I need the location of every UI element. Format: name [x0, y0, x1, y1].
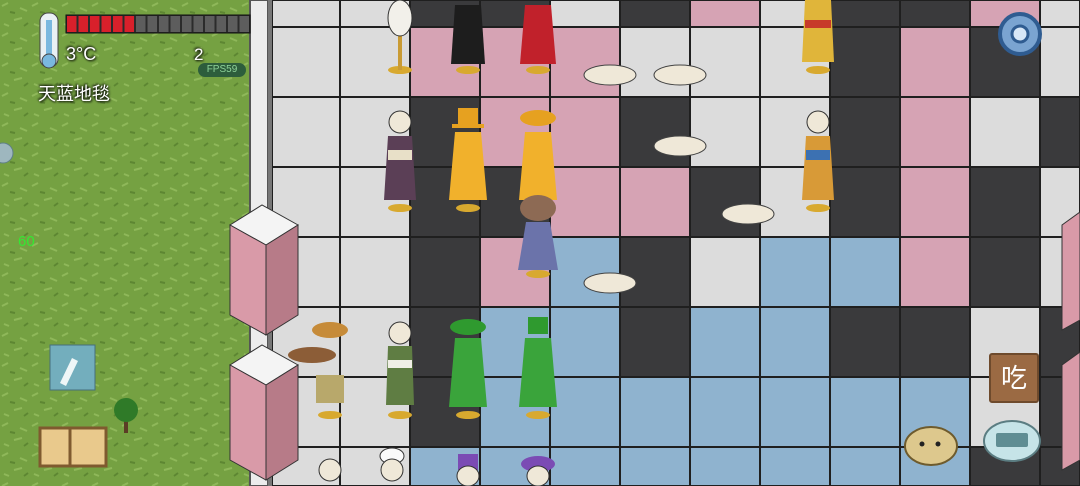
wall-pillar	[1061, 211, 1080, 331]
floor-tile[interactable]	[899, 96, 971, 168]
fps-indicator: FPS59	[198, 63, 246, 77]
floor-tile[interactable]	[899, 306, 971, 378]
floor-tile[interactable]	[829, 96, 901, 168]
floor-tile[interactable]	[409, 236, 481, 308]
health-segment	[101, 16, 111, 32]
floor-tile[interactable]	[1039, 96, 1080, 168]
floor-tile[interactable]	[689, 26, 761, 98]
health-segment	[170, 16, 180, 32]
floor-tile[interactable]	[899, 26, 971, 98]
health-segment	[124, 16, 134, 32]
health-segment	[239, 16, 249, 32]
carpet-label: 天蓝地毯	[38, 84, 110, 104]
counter-badge: 2	[194, 45, 204, 64]
floor-tile[interactable]	[829, 26, 901, 98]
wall-pillar	[229, 344, 299, 481]
floor-tile[interactable]	[759, 376, 831, 448]
mannequin-tribal[interactable]	[386, 321, 414, 419]
floor-tile[interactable]	[619, 26, 691, 98]
floor-tile[interactable]	[689, 166, 761, 238]
health-segment	[78, 16, 88, 32]
clay-bowl[interactable]	[653, 135, 707, 157]
floor-tile[interactable]	[549, 0, 621, 28]
floor-tile[interactable]	[549, 446, 621, 486]
floor-tile[interactable]	[689, 446, 761, 486]
keyboard-icon[interactable]	[983, 420, 1041, 462]
floor-tile[interactable]	[759, 446, 831, 486]
floor-tile[interactable]	[549, 236, 621, 308]
health-bar	[65, 14, 251, 34]
floor-tile[interactable]	[619, 96, 691, 168]
floor-tile[interactable]	[899, 166, 971, 238]
floor-tile[interactable]	[829, 0, 901, 28]
health-segment	[147, 16, 157, 32]
health-segment	[205, 16, 215, 32]
health-segment	[136, 16, 146, 32]
floor-tile[interactable]	[969, 96, 1041, 168]
clay-bowl[interactable]	[721, 203, 775, 225]
health-segment	[182, 16, 192, 32]
floor-tile[interactable]	[829, 166, 901, 238]
floor-tile[interactable]	[619, 376, 691, 448]
thermometer-icon	[39, 12, 59, 69]
floor-tile[interactable]	[829, 306, 901, 378]
mannequin-chef-hat[interactable]	[379, 447, 405, 482]
mannequin-red-robe[interactable]	[520, 5, 556, 74]
floor-tile[interactable]	[689, 0, 761, 28]
floor-tile[interactable]	[689, 376, 761, 448]
floor-tile[interactable]	[619, 236, 691, 308]
floor-tile[interactable]	[549, 26, 621, 98]
potato-emote-icon[interactable]	[904, 426, 958, 466]
floor-tile[interactable]	[619, 0, 691, 28]
floor-tile[interactable]	[969, 236, 1041, 308]
wall-pillar	[229, 204, 299, 336]
mannequin-purple-hat[interactable]	[456, 454, 480, 486]
health-segment	[216, 16, 226, 32]
floor-tile[interactable]	[1039, 26, 1080, 98]
health-segment	[67, 16, 77, 32]
floor-tile[interactable]	[339, 236, 411, 308]
player-character[interactable]	[518, 195, 558, 278]
floor-tile[interactable]	[689, 306, 761, 378]
floor-tile[interactable]	[549, 166, 621, 238]
clay-bowl[interactable]	[653, 64, 707, 86]
floor-tile[interactable]	[549, 376, 621, 448]
wall-pillar	[1061, 351, 1080, 471]
floor-tile[interactable]	[759, 236, 831, 308]
gear-icon[interactable]	[998, 12, 1042, 56]
floor-tile[interactable]	[829, 376, 901, 448]
floor-tile[interactable]	[759, 306, 831, 378]
floor-tile[interactable]	[899, 0, 971, 28]
side-counter: 60	[18, 233, 35, 250]
clay-bowl[interactable]	[583, 272, 637, 294]
health-segment	[90, 16, 100, 32]
floor-tile[interactable]	[689, 236, 761, 308]
temperature-readout: 3°C	[66, 44, 97, 64]
floor-tile[interactable]	[689, 96, 761, 168]
health-segment	[159, 16, 169, 32]
floor-tile[interactable]	[619, 306, 691, 378]
mannequin-black-robe[interactable]	[451, 5, 485, 74]
pencil-icon[interactable]	[49, 344, 96, 391]
floor-tile[interactable]	[549, 306, 621, 378]
floor-tile[interactable]	[271, 26, 341, 98]
mannequin-bottom[interactable]	[318, 458, 342, 482]
floor-tile[interactable]	[271, 96, 341, 168]
game-world[interactable]	[0, 0, 1080, 486]
floor-tile[interactable]	[549, 96, 621, 168]
eat-button[interactable]: 吃	[989, 353, 1039, 403]
floor-tile[interactable]	[271, 0, 341, 28]
floor-tile[interactable]	[1039, 0, 1080, 28]
health-segment	[228, 16, 238, 32]
floor-tile[interactable]	[619, 166, 691, 238]
health-segment	[193, 16, 203, 32]
health-segment	[113, 16, 123, 32]
floor-tile[interactable]	[829, 446, 901, 486]
floor-tile[interactable]	[899, 236, 971, 308]
book-icon[interactable]	[38, 426, 108, 468]
floor-tile[interactable]	[969, 166, 1041, 238]
floor-tile[interactable]	[619, 446, 691, 486]
clay-bowl[interactable]	[583, 64, 637, 86]
floor-tile[interactable]	[829, 236, 901, 308]
